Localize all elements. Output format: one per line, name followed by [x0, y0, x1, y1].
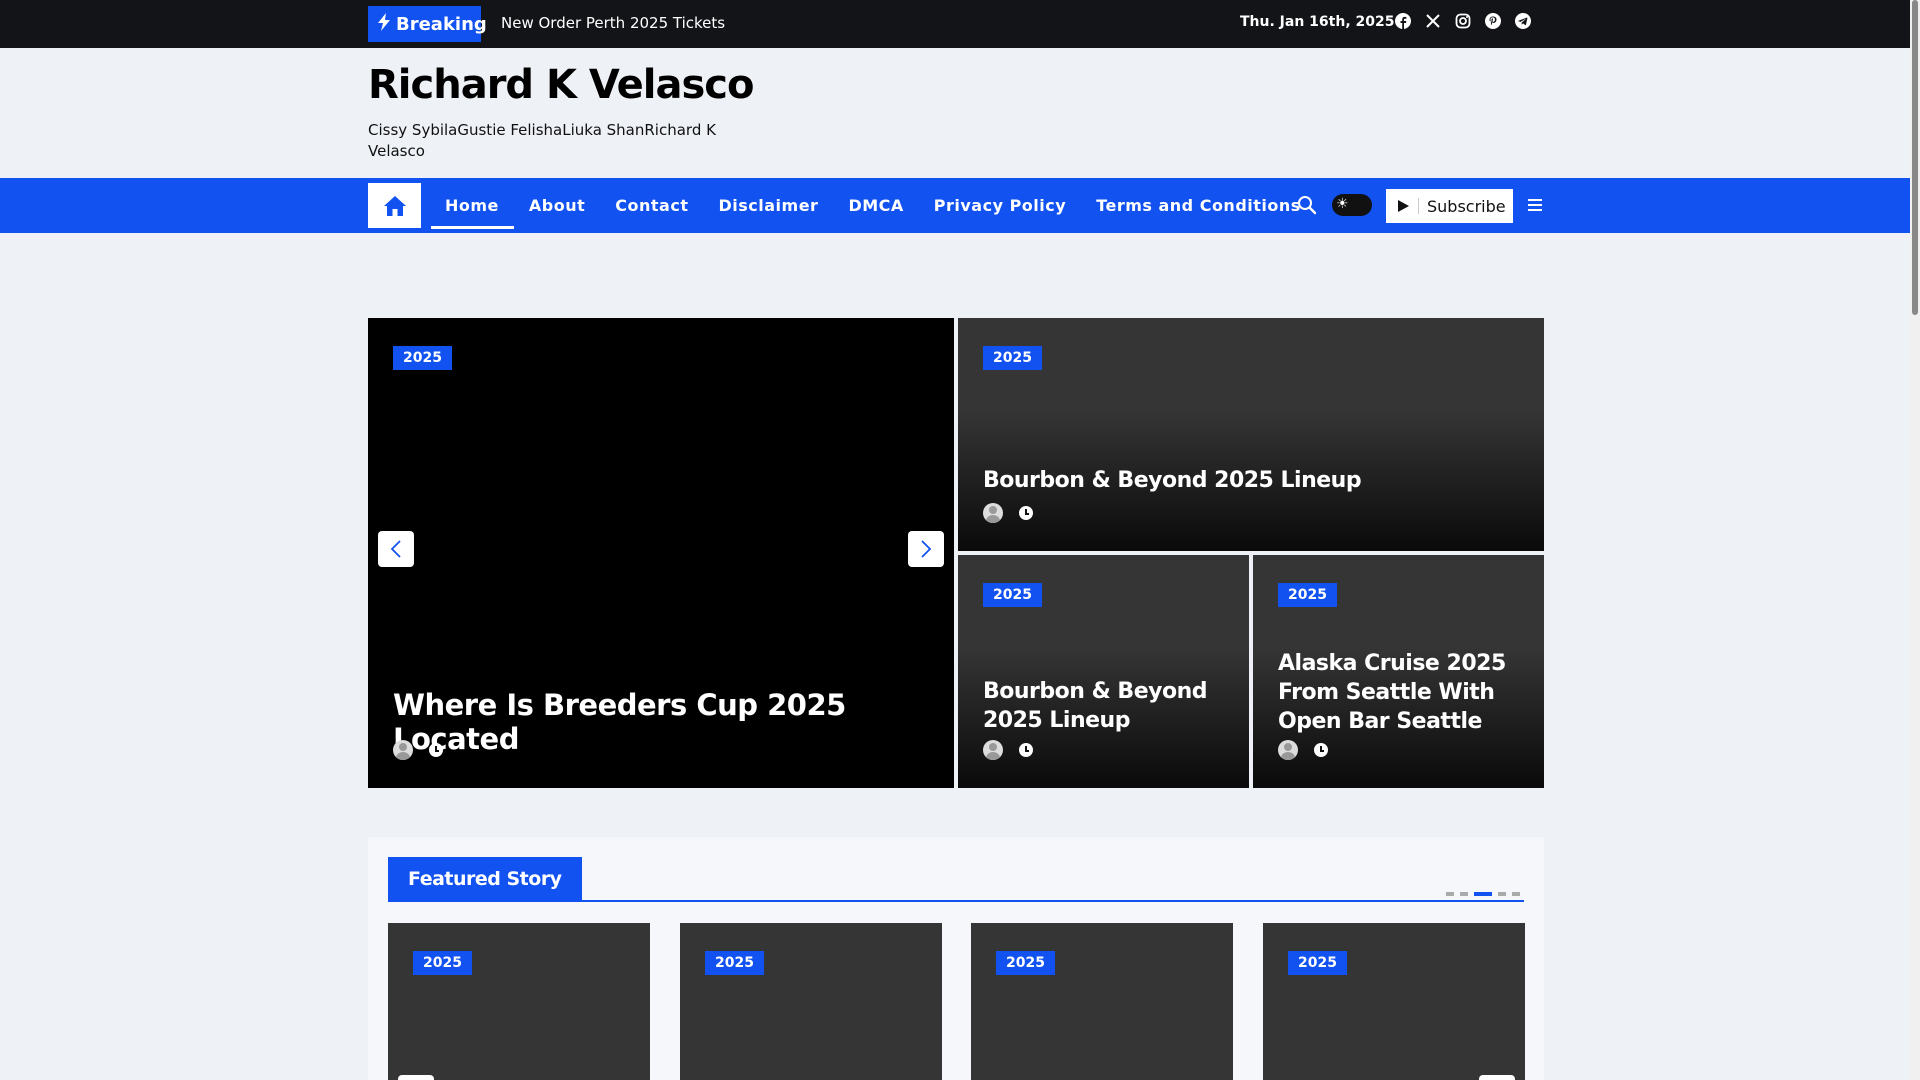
search-icon[interactable]: [1296, 194, 1318, 216]
hamburger-menu-icon[interactable]: [1527, 197, 1543, 213]
category-badge[interactable]: 2025: [983, 583, 1042, 607]
nav-item-about[interactable]: About: [514, 178, 600, 233]
slider-next-button[interactable]: [908, 531, 944, 567]
breaking-label: Breaking: [396, 13, 487, 35]
lightning-icon: [378, 12, 390, 36]
site-title[interactable]: Richard K Velasco: [368, 62, 754, 108]
nav-item-contact[interactable]: Contact: [600, 178, 703, 233]
nav-item-privacy-policy[interactable]: Privacy Policy: [919, 178, 1081, 233]
category-badge[interactable]: 2025: [393, 346, 452, 370]
post-meta: [393, 740, 443, 760]
post-title[interactable]: Alaska Cruise 2025 From Seattle With Ope…: [1278, 649, 1528, 736]
clock-icon: [1314, 743, 1328, 757]
facebook-icon[interactable]: [1394, 12, 1412, 30]
carousel-dot[interactable]: [1460, 892, 1468, 896]
post-title[interactable]: Bourbon & Beyond 2025 Lineup: [983, 677, 1223, 735]
chevron-left-icon: [390, 540, 401, 558]
carousel-dot-active[interactable]: [1474, 892, 1492, 896]
author-avatar-icon[interactable]: [983, 740, 1003, 760]
page-scrollbar[interactable]: [1910, 0, 1920, 1080]
category-badge[interactable]: 2025: [1288, 951, 1347, 975]
slider-side-post[interactable]: 2025 Bourbon & Beyond 2025 Lineup: [958, 318, 1544, 551]
breaking-badge: Breaking: [368, 6, 487, 42]
home-icon: [383, 195, 406, 216]
category-badge[interactable]: 2025: [1278, 583, 1337, 607]
scrollbar-thumb[interactable]: [1912, 0, 1918, 315]
chevron-right-icon: [921, 540, 932, 558]
subscribe-label: Subscribe: [1427, 196, 1506, 216]
top-bar: Breaking New Order Perth 2025 Tickets Th…: [0, 0, 1910, 48]
post-title[interactable]: Where Is Breeders Cup 2025 Located: [393, 688, 954, 756]
featured-card[interactable]: 2025: [971, 923, 1233, 1080]
author-avatar-icon[interactable]: [1278, 740, 1298, 760]
current-date: Thu. Jan 16th, 2025: [1240, 14, 1395, 30]
carousel-next-button[interactable]: [1479, 1075, 1515, 1080]
carousel-dot[interactable]: [1446, 892, 1454, 896]
x-icon[interactable]: [1424, 12, 1442, 30]
carousel-dot[interactable]: [1512, 892, 1520, 896]
post-title[interactable]: Bourbon & Beyond 2025 Lineup: [983, 468, 1362, 493]
slider-side-post[interactable]: 2025 Bourbon & Beyond 2025 Lineup: [958, 555, 1249, 788]
post-meta: [1278, 740, 1328, 760]
featured-card[interactable]: 2025: [680, 923, 942, 1080]
pinterest-icon[interactable]: [1484, 12, 1502, 30]
carousel-prev-button[interactable]: [398, 1075, 434, 1080]
subscribe-button[interactable]: Subscribe: [1386, 189, 1513, 223]
clock-icon: [1019, 506, 1033, 520]
telegram-icon[interactable]: [1514, 12, 1532, 30]
sun-icon: ☀: [1336, 196, 1349, 212]
slider-main-post[interactable]: 2025 Where Is Breeders Cup 2025 Located: [368, 318, 954, 788]
nav-item-dmca[interactable]: DMCA: [833, 178, 918, 233]
carousel-dot[interactable]: [1498, 892, 1506, 896]
category-badge[interactable]: 2025: [413, 951, 472, 975]
nav-item-terms-and-conditions[interactable]: Terms and Conditions: [1081, 178, 1316, 233]
featured-card[interactable]: 2025: [1263, 923, 1525, 1080]
author-avatar-icon[interactable]: [983, 503, 1003, 523]
category-badge[interactable]: 2025: [996, 951, 1055, 975]
clock-icon: [1019, 743, 1033, 757]
featured-header: Featured Story: [388, 857, 1524, 902]
social-links: [1394, 12, 1532, 30]
clock-icon: [429, 743, 443, 757]
dark-mode-toggle[interactable]: ☀: [1332, 194, 1372, 216]
featured-heading: Featured Story: [388, 857, 582, 901]
slider-side-post[interactable]: 2025 Alaska Cruise 2025 From Seattle Wit…: [1253, 555, 1544, 788]
post-meta: [983, 740, 1033, 760]
featured-card[interactable]: 2025: [388, 923, 650, 1080]
slider-prev-button[interactable]: [378, 531, 414, 567]
nav-item-home[interactable]: Home: [430, 178, 514, 233]
home-icon-button[interactable]: [368, 183, 421, 228]
breaking-news-link[interactable]: New Order Perth 2025 Tickets: [501, 14, 725, 32]
author-avatar-icon[interactable]: [393, 740, 413, 760]
carousel-dots: [1446, 892, 1520, 896]
divider: [1418, 198, 1419, 214]
instagram-icon[interactable]: [1454, 12, 1472, 30]
category-badge[interactable]: 2025: [705, 951, 764, 975]
category-badge[interactable]: 2025: [983, 346, 1042, 370]
main-navbar: Home About Contact Disclaimer DMCA Priva…: [0, 178, 1910, 233]
site-tagline: Cissy SybilaGustie FelishaLiuka ShanRich…: [368, 121, 716, 160]
play-icon: [1398, 200, 1409, 212]
post-meta: [983, 503, 1033, 523]
nav-menu: Home About Contact Disclaimer DMCA Priva…: [430, 178, 1316, 233]
nav-item-disclaimer[interactable]: Disclaimer: [703, 178, 833, 233]
